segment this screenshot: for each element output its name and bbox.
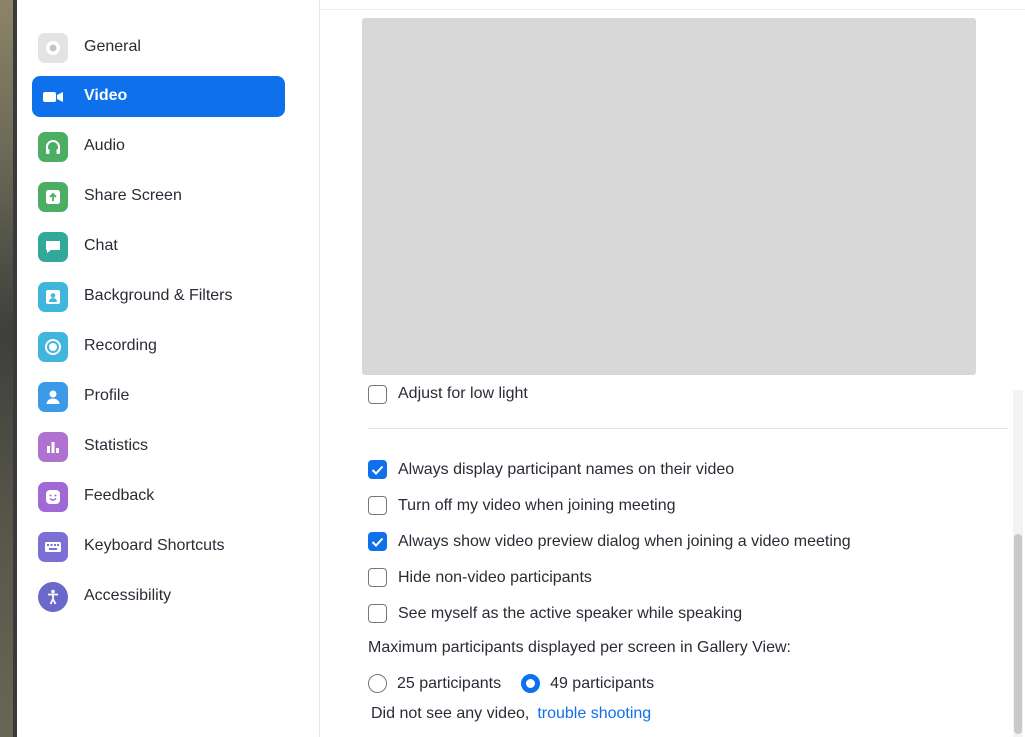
radio-25-participants[interactable] (368, 674, 387, 693)
low-light-option[interactable]: Adjust for low light (368, 384, 528, 404)
share-screen-icon (38, 182, 68, 212)
option-hide-non-video[interactable]: Hide non-video participants (368, 568, 592, 587)
sidebar-item-chat[interactable]: Chat (32, 226, 285, 267)
sidebar-item-video[interactable]: Video (32, 76, 285, 117)
record-icon (38, 332, 68, 362)
radio-25-label[interactable]: 25 participants (397, 675, 501, 693)
video-preview-checkbox[interactable] (368, 532, 387, 551)
accessibility-icon (38, 582, 68, 612)
sidebar-item-recording[interactable]: Recording (32, 326, 285, 367)
video-settings-panel: Adjust for low light Always display part… (320, 0, 1025, 737)
help-line: Did not see any video, trouble shooting (371, 705, 651, 723)
scrollbar-thumb[interactable] (1014, 534, 1022, 734)
sidebar-item-keyboard-shortcuts[interactable]: Keyboard Shortcuts (32, 526, 285, 567)
gallery-heading: Maximum participants displayed per scree… (368, 639, 791, 657)
sidebar-item-label: Recording (84, 337, 157, 354)
active-speaker-label: See myself as the active speaker while s… (398, 604, 743, 622)
option-turn-off-video[interactable]: Turn off my video when joining meeting (368, 496, 675, 515)
display-names-checkbox[interactable] (368, 460, 387, 479)
smiley-icon (38, 482, 68, 512)
sidebar-item-feedback[interactable]: Feedback (32, 476, 285, 517)
chat-bubble-icon (38, 232, 68, 262)
section-divider (368, 428, 1008, 429)
sidebar-item-label: Chat (84, 237, 118, 254)
gallery-heading-text: Maximum participants displayed per scree… (368, 639, 791, 656)
sidebar-item-background-filters[interactable]: Background & Filters (32, 276, 285, 317)
video-preview-label: Always show video preview dialog when jo… (398, 532, 851, 550)
sidebar-item-profile[interactable]: Profile (32, 376, 285, 417)
sidebar-item-label: Profile (84, 387, 130, 404)
window-edge (0, 0, 13, 737)
gear-icon (38, 33, 68, 63)
settings-sidebar: General Video Audio Share Screen Chat Ba… (17, 0, 320, 737)
trouble-shooting-link[interactable]: trouble shooting (537, 705, 651, 723)
hide-non-video-label: Hide non-video participants (398, 568, 592, 586)
sidebar-item-label: Audio (84, 137, 125, 154)
help-text: Did not see any video, (371, 705, 530, 722)
low-light-label: Adjust for low light (398, 385, 528, 402)
headphones-icon (38, 132, 68, 162)
gallery-options: 25 participants 49 participants (368, 674, 654, 693)
background-portrait-icon (38, 282, 68, 312)
sidebar-item-label: Keyboard Shortcuts (84, 537, 225, 554)
sidebar-item-audio[interactable]: Audio (32, 126, 285, 167)
turn-off-video-label: Turn off my video when joining meeting (398, 496, 676, 514)
radio-49-label[interactable]: 49 participants (550, 675, 654, 693)
sidebar-item-label: General (84, 38, 141, 55)
keyboard-icon (38, 532, 68, 562)
turn-off-video-checkbox[interactable] (368, 496, 387, 515)
sidebar-item-label: Background & Filters (84, 287, 233, 304)
bar-chart-icon (38, 432, 68, 462)
camera-preview (362, 18, 976, 375)
sidebar-item-label: Video (84, 87, 128, 104)
sidebar-item-accessibility[interactable]: Accessibility (32, 576, 285, 617)
sidebar-item-label: Feedback (84, 487, 155, 504)
sidebar-item-label: Statistics (84, 437, 149, 454)
person-icon (38, 382, 68, 412)
header-divider (320, 9, 1025, 10)
sidebar-item-label: Share Screen (84, 187, 182, 204)
display-names-label: Always display participant names on thei… (398, 460, 735, 478)
option-active-speaker[interactable]: See myself as the active speaker while s… (368, 604, 742, 623)
sidebar-item-label: Accessibility (84, 587, 172, 604)
video-camera-icon (38, 82, 68, 112)
option-video-preview[interactable]: Always show video preview dialog when jo… (368, 532, 851, 551)
sidebar-item-general[interactable]: General (32, 27, 285, 68)
active-speaker-checkbox[interactable] (368, 604, 387, 623)
hide-non-video-checkbox[interactable] (368, 568, 387, 587)
option-display-names[interactable]: Always display participant names on thei… (368, 460, 734, 479)
sidebar-item-share-screen[interactable]: Share Screen (32, 176, 285, 217)
low-light-checkbox[interactable] (368, 384, 387, 404)
radio-49-participants[interactable] (521, 674, 541, 693)
sidebar-item-statistics[interactable]: Statistics (32, 426, 285, 467)
